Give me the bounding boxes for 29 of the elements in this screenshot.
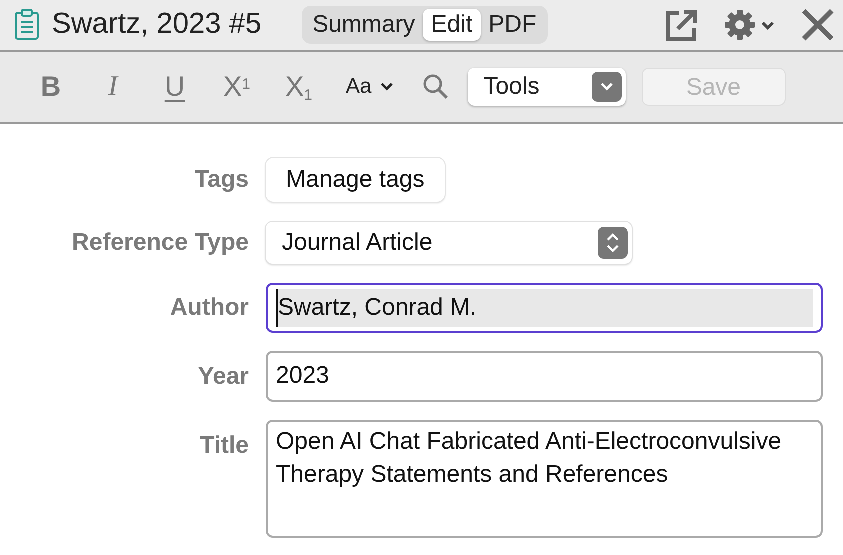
text-area[interactable]: Open AI Chat Fabricated Anti-Electroconvulsive Therapy Statements and References [266,420,823,538]
caret-icon [380,82,394,92]
script-button[interactable]: X$_{1}$ [268,73,330,101]
settings-icon[interactable] [723,8,777,42]
view-tab[interactable]: Edit [423,9,481,41]
up-down-arrows-icon [606,232,620,254]
italic-button[interactable]: I [82,73,144,101]
text-field[interactable]: Swartz, Conrad M. [266,283,823,334]
search-icon[interactable] [422,73,450,101]
field-label: Year [197,362,250,392]
view-tab[interactable]: Summary [304,9,424,41]
manage-tags-button[interactable]: Manage tags [266,158,445,202]
field-label: Author [169,293,250,324]
font-button[interactable]: Aa [342,71,398,103]
close-icon[interactable] [801,8,835,42]
underline-button[interactable]: U [144,73,206,101]
reference-type-dropdown[interactable]: Journal Article [266,222,632,264]
tools-dropdown[interactable]: Tools [468,68,626,106]
bold-button[interactable]: B [20,73,82,101]
record-title: Swartz, 2023 #5 [52,7,262,42]
caret-icon [600,82,614,92]
open-external-icon[interactable] [665,8,699,42]
script-button[interactable]: X$^{1}$ [206,73,268,101]
field-label: Reference Type [71,228,250,258]
field-label: Tags [194,165,250,195]
field-label: Title [199,430,250,461]
text-field[interactable]: 2023 [266,351,823,402]
clipboard-icon [14,9,40,41]
view-tab[interactable]: PDF [480,9,545,41]
